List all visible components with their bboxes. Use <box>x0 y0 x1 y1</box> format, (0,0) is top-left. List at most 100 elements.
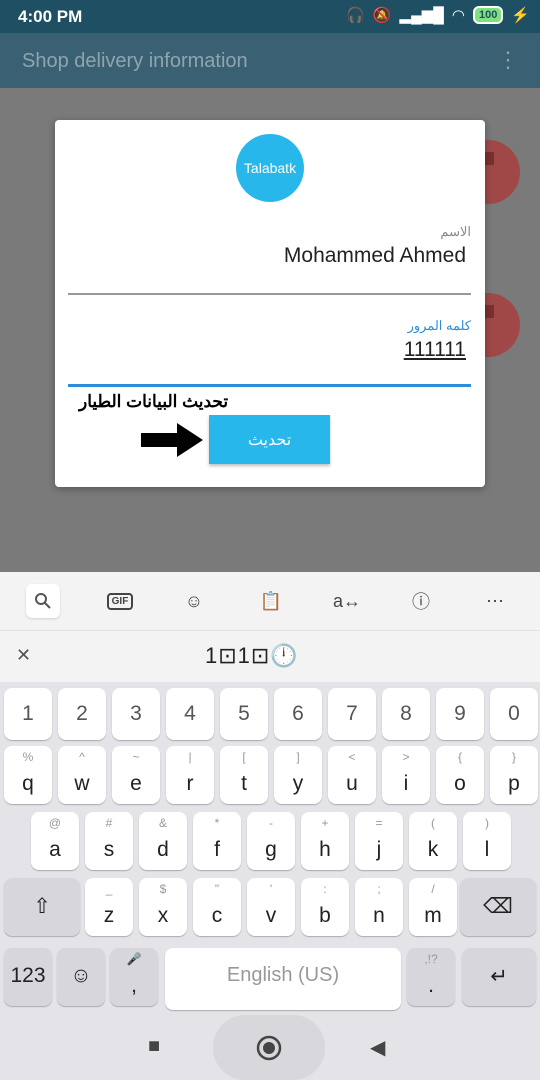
key-sub-label: > <box>402 750 410 764</box>
key-t[interactable]: [t <box>220 746 268 804</box>
key-r[interactable]: | r <box>166 746 214 804</box>
key-w[interactable]: ^ w <box>58 746 106 804</box>
update-dialog: Talabatk الاسم Mohammed Ahmed كلمه المرو… <box>55 120 485 487</box>
key-h[interactable]: + h <box>301 812 349 870</box>
key-4[interactable]: 4 <box>166 688 214 740</box>
key-u[interactable]: < u <box>328 746 376 804</box>
key-label: r <box>186 772 194 795</box>
collapse-icon[interactable]: ✕ <box>16 645 31 666</box>
key-m[interactable]: / m <box>409 878 457 936</box>
key-l[interactable]: ) l <box>463 812 511 870</box>
key-c[interactable]: " c <box>193 878 241 936</box>
key-label: n <box>373 904 385 927</box>
key-6[interactable]: 6 <box>274 688 322 740</box>
key-label: j <box>376 838 382 861</box>
key-label: s <box>103 838 115 861</box>
recents-icon[interactable]: ■ <box>148 1035 160 1058</box>
key-0[interactable]: 0 <box>490 688 538 740</box>
key-d[interactable]: & d <box>139 812 187 870</box>
wifi-icon: ◠ <box>451 7 465 24</box>
key-2[interactable]: 2 <box>58 688 106 740</box>
key-x[interactable]: $ x <box>139 878 187 936</box>
emoji-key[interactable]: ☺ <box>57 948 105 1006</box>
key-b[interactable]: :b <box>301 878 349 936</box>
back-icon[interactable]: ◀ <box>370 1035 385 1060</box>
key-9[interactable]: 9 <box>436 688 484 740</box>
key-label: 6 <box>292 702 304 725</box>
comma-key[interactable]: 🎤, <box>110 948 158 1006</box>
key-label: d <box>157 838 169 861</box>
key-g[interactable]: -g <box>247 812 295 870</box>
key-z[interactable]: _ z <box>85 878 133 936</box>
overflow-menu-icon[interactable]: ⋮ <box>496 47 520 75</box>
key-n[interactable]: ; n <box>355 878 403 936</box>
name-field[interactable]: Mohammed Ahmed <box>284 244 466 268</box>
info-icon[interactable]: ⓘ <box>404 584 438 618</box>
key-e[interactable]: ~ e <box>112 746 160 804</box>
key-label: o <box>454 772 466 795</box>
key-label: 123 <box>10 964 46 987</box>
gif-label: GIF <box>106 592 134 610</box>
key-1[interactable]: 1 <box>4 688 52 740</box>
key-label: e <box>130 772 142 795</box>
key-p[interactable]: } p <box>490 746 538 804</box>
key-sub-label: # <box>105 816 113 830</box>
password-field[interactable]: 111111 <box>404 338 466 362</box>
key-i[interactable]: > i <box>382 746 430 804</box>
key-y[interactable]: ] y <box>274 746 322 804</box>
name-field-underline <box>68 293 471 295</box>
key-label: English (US) <box>226 964 340 986</box>
key-5[interactable]: 5 <box>220 688 268 740</box>
key-label: ⇧ <box>33 895 51 918</box>
key-label: w <box>74 772 90 795</box>
key-j[interactable]: = j <box>355 812 403 870</box>
translate-icon[interactable]: a↔ <box>330 584 364 618</box>
gif-icon[interactable]: GIF <box>103 584 137 618</box>
key-s[interactable]: # s <box>85 812 133 870</box>
charging-icon: ⚡ <box>511 7 530 24</box>
more-icon[interactable]: ⋯ <box>478 584 512 618</box>
key-label: c <box>211 904 223 927</box>
key-3[interactable]: 3 <box>112 688 160 740</box>
key-f[interactable]: * f <box>193 812 241 870</box>
key-o[interactable]: {o <box>436 746 484 804</box>
key-a[interactable]: @ a <box>31 812 79 870</box>
arrow-right-icon <box>141 423 203 457</box>
key-k[interactable]: (k <box>409 812 457 870</box>
key-v[interactable]: ' v <box>247 878 295 936</box>
headphones-icon: 🎧 <box>346 7 365 24</box>
suggestion-text[interactable]: 1⊡1⊡🕛 <box>205 643 299 669</box>
key-sub-label: ,!? <box>424 952 438 966</box>
key-sub-label: ; <box>377 882 381 896</box>
key-label: 5 <box>238 702 250 725</box>
period-key[interactable]: ,!?. <box>407 948 455 1006</box>
key-label: 4 <box>184 702 196 725</box>
key-label: v <box>265 904 277 927</box>
key-sub-label: $ <box>159 882 167 896</box>
update-button[interactable]: تحديث <box>209 415 330 464</box>
search-icon[interactable] <box>26 584 60 618</box>
key-8[interactable]: 8 <box>382 688 430 740</box>
signal-icon: ▂▄▆█ <box>399 7 444 24</box>
key-sub-label: ' <box>269 882 273 896</box>
key-sub-label: 🎤 <box>126 952 142 966</box>
name-label: الاسم <box>440 224 471 239</box>
symbols-key[interactable]: 123 <box>4 948 52 1006</box>
key-label: ↵ <box>490 965 508 988</box>
key-label: 3 <box>130 702 142 725</box>
key-q[interactable]: % q <box>4 746 52 804</box>
space-bar[interactable]: English (US) <box>165 948 401 1010</box>
key-label: f <box>214 838 220 861</box>
key-label: i <box>403 772 409 795</box>
clipboard-icon[interactable]: 📋 <box>254 584 288 618</box>
enter-key[interactable]: ↵ <box>462 948 536 1006</box>
sticker-icon[interactable]: ☺ <box>177 584 211 618</box>
key-sub-label: : <box>323 882 327 896</box>
shift-key[interactable]: ⇧ <box>4 878 80 936</box>
key-sub-label: & <box>158 816 167 830</box>
key-label: h <box>319 838 331 861</box>
home-button[interactable] <box>213 1015 325 1080</box>
key-7[interactable]: 7 <box>328 688 376 740</box>
key-sub-label: * <box>214 816 220 830</box>
backspace-key[interactable]: ⌫ <box>460 878 536 936</box>
